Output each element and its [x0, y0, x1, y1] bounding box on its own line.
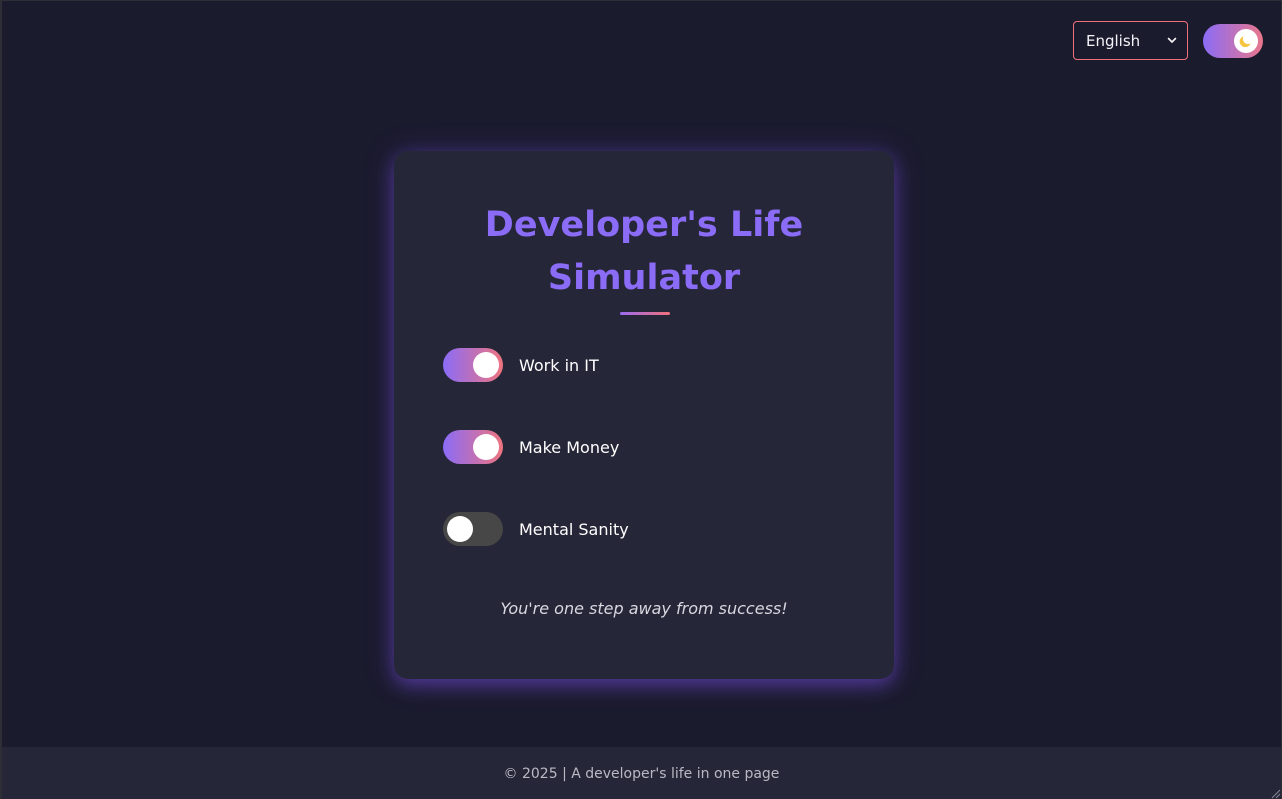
resize-grip-icon[interactable]	[1269, 787, 1281, 799]
footer: © 2025 | A developer's life in one page	[2, 747, 1281, 799]
theme-toggle-knob	[1234, 29, 1258, 53]
footer-text: © 2025 | A developer's life in one page	[503, 765, 780, 782]
mental-sanity-toggle[interactable]	[443, 512, 503, 546]
simulator-card: Developer's Life Simulator Work in IT Ma…	[394, 151, 894, 679]
status-message: You're one step away from success!	[500, 599, 788, 618]
work-in-it-toggle[interactable]	[443, 348, 503, 382]
moon-icon	[1239, 36, 1251, 48]
toggle-knob	[473, 434, 499, 460]
option-mental-sanity[interactable]: Mental Sanity	[443, 512, 629, 546]
language-select[interactable]: English	[1073, 21, 1188, 60]
title-line-1: Developer's Life	[484, 205, 804, 245]
language-select-value: English	[1086, 31, 1141, 50]
option-label: Work in IT	[519, 355, 599, 375]
theme-toggle[interactable]	[1203, 24, 1263, 58]
chevron-down-icon	[1167, 37, 1177, 43]
title-line-2: Simulator	[547, 258, 741, 298]
toggle-knob	[473, 352, 499, 378]
page-title: Developer's Life Simulator	[394, 199, 894, 305]
option-work-in-it[interactable]: Work in IT	[443, 348, 599, 382]
option-make-money[interactable]: Make Money	[443, 430, 619, 464]
option-label: Make Money	[519, 437, 620, 457]
make-money-toggle[interactable]	[443, 430, 503, 464]
app-window: English Developer's Life Simulator Work …	[0, 0, 1282, 799]
title-underline	[620, 312, 670, 315]
option-label: Mental Sanity	[519, 519, 629, 539]
toggle-knob	[447, 516, 473, 542]
